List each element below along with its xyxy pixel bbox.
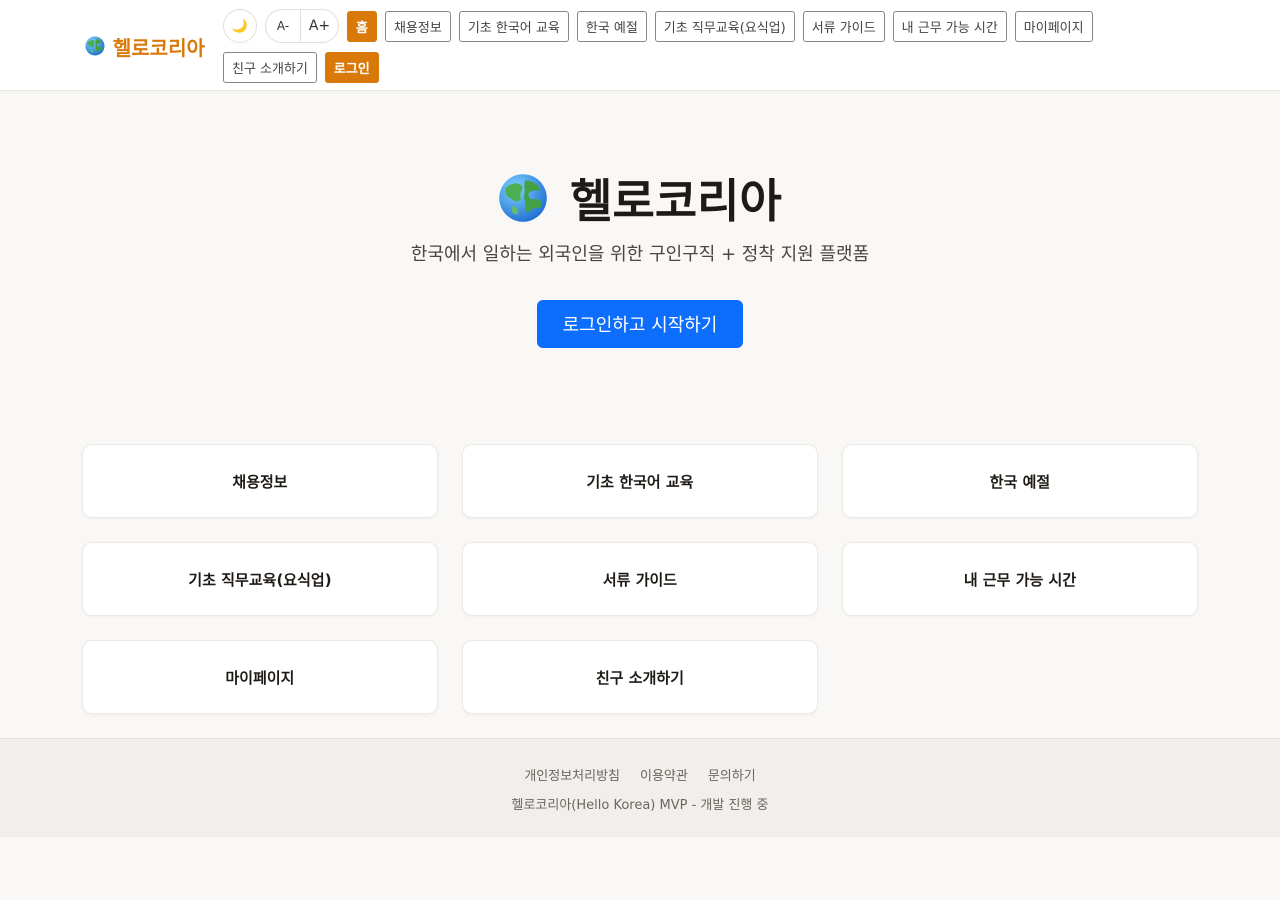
nav-login-button[interactable]: 로그인 [324,52,379,83]
globe-icon [498,173,548,223]
globe-icon [85,36,105,56]
card-job-training[interactable]: 기초 직무교육(요식업) [82,542,438,616]
footer-copyright: 헬로코리아(Hello Korea) MVP - 개발 진행 중 [511,798,769,813]
hero-title-text: 헬로코리아 [570,174,782,228]
nav-mypage[interactable]: 마이페이지 [1014,10,1093,42]
font-decrease-button[interactable]: A- [266,10,300,42]
nav-document-guide[interactable]: 서류 가이드 [802,10,885,42]
card-jobs[interactable]: 채용정보 [82,444,438,518]
feature-card-grid: 채용정보 기초 한국어 교육 한국 예절 기초 직무교육(요식업) 서류 가이드… [82,444,1198,714]
footer-link-terms[interactable]: 이용약관 [640,765,688,784]
card-korean-etiquette[interactable]: 한국 예절 [842,444,1198,518]
hero-subtitle: 한국에서 일하는 외국인을 위한 구인구직 + 정착 지원 플랫폼 [410,244,870,265]
card-availability[interactable]: 내 근무 가능 시간 [842,542,1198,616]
main-nav: 🌙 A- A+ 홈 채용정보 기초 한국어 교육 한국 예절 기초 직무교육(요… [223,9,1163,83]
login-start-button[interactable]: 로그인하고 시작하기 [537,300,743,348]
nav-jobs[interactable]: 채용정보 [384,10,451,42]
moon-icon: 🌙 [231,18,249,34]
dark-mode-toggle[interactable]: 🌙 [223,9,257,43]
card-document-guide[interactable]: 서류 가이드 [462,542,818,616]
nav-korean-etiquette[interactable]: 한국 예절 [576,10,647,42]
nav-refer-friend[interactable]: 친구 소개하기 [223,52,317,83]
page-footer: 개인정보처리방침 이용약관 문의하기 헬로코리아(Hello Korea) MV… [0,738,1280,837]
nav-availability[interactable]: 내 근무 가능 시간 [892,10,1007,42]
brand-name: 헬로코리아 [113,35,205,60]
card-korean-basics[interactable]: 기초 한국어 교육 [462,444,818,518]
nav-job-training[interactable]: 기초 직무교육(요식업) [654,10,795,42]
footer-link-contact[interactable]: 문의하기 [708,765,756,784]
footer-links: 개인정보처리방침 이용약관 문의하기 [0,765,1280,784]
nav-home[interactable]: 홈 [347,10,377,42]
hero-title: 헬로코리아 [0,165,1280,231]
top-header: 헬로코리아 🌙 A- A+ 홈 채용정보 기초 한국어 교육 한국 예절 기초 … [0,0,1280,91]
card-refer-friend[interactable]: 친구 소개하기 [462,640,818,714]
brand-logo[interactable]: 헬로코리아 [85,33,205,60]
card-mypage[interactable]: 마이페이지 [82,640,438,714]
font-size-controls: A- A+ [265,9,339,43]
font-increase-button[interactable]: A+ [300,10,338,42]
footer-link-privacy[interactable]: 개인정보처리방침 [524,765,620,784]
nav-korean-basics[interactable]: 기초 한국어 교육 [458,10,569,42]
